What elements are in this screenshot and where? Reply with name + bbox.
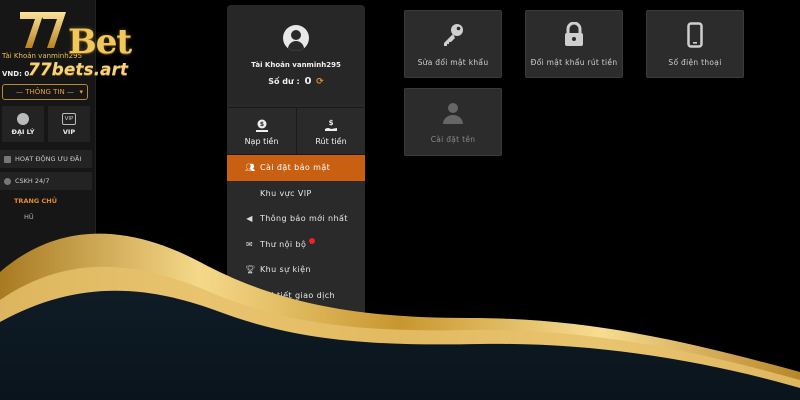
sidebar-item-label: CSKH 24/7 bbox=[15, 177, 50, 185]
sidebar-sub-item[interactable]: HŨ bbox=[24, 213, 34, 221]
agent-icon bbox=[17, 112, 29, 125]
vip-icon: VIP bbox=[62, 112, 76, 125]
withdraw-icon: $ bbox=[325, 119, 337, 131]
tile-label: Sửa đổi mật khẩu bbox=[417, 57, 489, 67]
profile-panel: Tài Khoản vanminh295 Số dư : 0 ⟳ $ Nạp t… bbox=[227, 5, 365, 315]
menu-item-transactions[interactable]: ▤ Chi tiết giao dịch bbox=[227, 283, 365, 309]
avatar bbox=[283, 25, 309, 51]
menu-item-label: Khu sự kiện bbox=[260, 265, 311, 275]
key-icon bbox=[444, 23, 463, 46]
info-dropdown[interactable]: — THÔNG TIN — ▾ bbox=[2, 84, 88, 100]
withdraw-label: Rút tiền bbox=[315, 136, 347, 146]
svg-text:$: $ bbox=[329, 119, 334, 127]
menu-item-vip-area[interactable]: Khu vực VIP bbox=[227, 181, 365, 207]
deposit-icon: $ bbox=[255, 119, 268, 132]
profile-balance: Số dư : 0 ⟳ bbox=[227, 76, 365, 87]
menu-item-security-settings[interactable]: 👥︎ Cài đặt bảo mật bbox=[227, 155, 365, 181]
change-password-tile[interactable]: Sửa đổi mật khẩu bbox=[404, 10, 502, 78]
trophy-icon: 🏆︎ bbox=[245, 265, 256, 275]
menu-item-label: Khu vực VIP bbox=[260, 188, 312, 198]
tile-label: Cài đặt tên bbox=[430, 134, 476, 144]
withdraw-password-tile[interactable]: Đổi mật khẩu rút tiền bbox=[525, 10, 623, 78]
sidebar-item-promotions[interactable]: HOẠT ĐỘNG ƯU ĐÃI bbox=[0, 150, 92, 168]
tile-label: Đổi mật khẩu rút tiền bbox=[530, 57, 618, 67]
sidebar-item-support[interactable]: CSKH 24/7 bbox=[0, 172, 92, 190]
menu-item-events[interactable]: 🏆︎ Khu sự kiện bbox=[227, 257, 365, 283]
set-name-tile[interactable]: Cài đặt tên bbox=[404, 88, 502, 156]
sidebar-section-title: TRANG CHỦ bbox=[14, 197, 57, 205]
tile-label: Số điện thoại bbox=[668, 57, 722, 67]
menu-item-inbox[interactable]: ✉ Thư nội bộ bbox=[227, 232, 365, 258]
menu-item-label: Thông báo mới nhất bbox=[260, 214, 348, 224]
logo-seven-mark-icon bbox=[20, 12, 66, 48]
sidebar-tile-label: VIP bbox=[62, 127, 76, 136]
menu-item-label: Thư nội bộ bbox=[260, 239, 307, 249]
refresh-icon[interactable]: ⟳ bbox=[316, 77, 324, 87]
clipboard-icon: ▤ bbox=[245, 290, 254, 300]
menu-item-label: Cài đặt bảo mật bbox=[260, 163, 331, 173]
user-icon bbox=[443, 102, 463, 124]
sidebar-tile-agent[interactable]: ĐẠI LÝ bbox=[2, 106, 44, 142]
brand-logo: Bet 77bets.art bbox=[0, 4, 140, 80]
profile-menu: 👥︎ Cài đặt bảo mật Khu vực VIP ◀ Thông b… bbox=[227, 155, 365, 308]
headset-icon bbox=[4, 177, 11, 185]
sidebar-item-label: HOẠT ĐỘNG ƯU ĐÃI bbox=[15, 155, 82, 163]
deposit-button[interactable]: $ Nạp tiền bbox=[227, 108, 296, 156]
menu-item-announcements[interactable]: ◀ Thông báo mới nhất bbox=[227, 206, 365, 232]
logo-text: Bet bbox=[68, 22, 132, 62]
menu-item-label: Chi tiết giao dịch bbox=[260, 290, 335, 300]
balance-value: 0 bbox=[304, 76, 312, 87]
inbox-badge bbox=[309, 238, 316, 245]
phone-icon bbox=[687, 21, 703, 48]
sidebar-tile-vip[interactable]: VIP VIP bbox=[48, 106, 90, 142]
gift-icon bbox=[4, 155, 11, 163]
svg-text:$: $ bbox=[259, 121, 263, 128]
wallet-actions: $ Nạp tiền $ Rút tiền bbox=[227, 107, 365, 156]
chevron-down-icon: ▾ bbox=[79, 88, 83, 96]
phone-number-tile[interactable]: Số điện thoại bbox=[646, 10, 744, 78]
mail-icon: ✉ bbox=[245, 239, 254, 249]
logo-domain: 77bets.art bbox=[28, 60, 129, 80]
sidebar-tile-label: ĐẠI LÝ bbox=[11, 127, 35, 136]
balance-label: Số dư : bbox=[268, 77, 300, 86]
megaphone-icon: ◀ bbox=[246, 214, 253, 224]
lock-icon bbox=[565, 21, 583, 46]
deposit-label: Nạp tiền bbox=[244, 136, 279, 146]
user-cog-icon: 👥︎ bbox=[245, 163, 256, 173]
profile-header: Tài Khoản vanminh295 Số dư : 0 ⟳ bbox=[227, 5, 365, 105]
profile-username: Tài Khoản vanminh295 bbox=[251, 61, 341, 69]
info-dropdown-label: — THÔNG TIN — bbox=[16, 88, 74, 96]
withdraw-button[interactable]: $ Rút tiền bbox=[296, 108, 365, 156]
